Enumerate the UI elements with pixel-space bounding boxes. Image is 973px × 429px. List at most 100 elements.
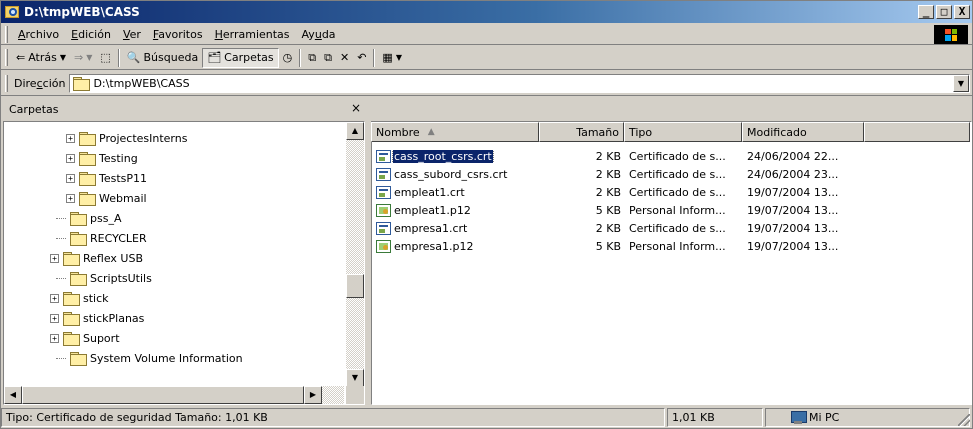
expand-icon[interactable]: + bbox=[66, 173, 75, 183]
undo-button[interactable]: ↶ bbox=[353, 48, 370, 68]
windows-logo-icon bbox=[934, 25, 968, 44]
tree-item-label: Suport bbox=[83, 331, 120, 345]
file-type: Personal Inform... bbox=[629, 203, 726, 217]
tree-item[interactable]: RECYCLER bbox=[56, 228, 147, 248]
tree-item[interactable]: + stick bbox=[50, 288, 109, 308]
forward-button[interactable]: ⇒ ▼ bbox=[70, 48, 96, 68]
tree-item[interactable]: pss_A bbox=[56, 208, 121, 228]
menu-archivo[interactable]: Archivo bbox=[12, 28, 65, 41]
personal-info-exchange-icon bbox=[376, 203, 391, 217]
column-header-empty[interactable] bbox=[864, 122, 970, 142]
folders-pane-close-icon[interactable]: × bbox=[351, 101, 361, 115]
scroll-right-button[interactable]: ▶ bbox=[304, 386, 322, 404]
file-row[interactable]: cass_root_csrs.crt 2 KB Certificado de s… bbox=[372, 147, 972, 165]
expand-icon[interactable]: + bbox=[50, 333, 59, 343]
back-dropdown-icon[interactable]: ▼ bbox=[60, 53, 66, 62]
file-name: empresa1.crt bbox=[394, 221, 468, 235]
folders-vertical-scrollbar[interactable]: ▲ ▼ bbox=[346, 122, 364, 387]
scroll-up-button[interactable]: ▲ bbox=[346, 122, 364, 140]
tree-connector bbox=[56, 357, 66, 359]
address-dropdown-button[interactable]: ▼ bbox=[953, 74, 969, 92]
tree-item-label: stickPlanas bbox=[83, 311, 145, 325]
file-row[interactable]: empresa1.p12 5 KB Personal Inform... 19/… bbox=[372, 237, 972, 255]
expand-icon[interactable]: + bbox=[66, 153, 75, 163]
file-size: 2 KB bbox=[595, 149, 621, 163]
scroll-thumb[interactable] bbox=[346, 274, 364, 298]
move-to-button[interactable]: ⧉ bbox=[304, 48, 320, 68]
expand-icon[interactable]: + bbox=[50, 253, 59, 263]
maximize-button[interactable]: □ bbox=[936, 5, 952, 19]
history-icon: ◷ bbox=[282, 51, 293, 64]
expand-icon[interactable]: + bbox=[66, 133, 75, 143]
tree-item-label: Reflex USB bbox=[83, 251, 144, 265]
views-button[interactable]: ▦ ▼ bbox=[378, 48, 406, 68]
resize-grip-icon[interactable] bbox=[958, 414, 970, 426]
close-button[interactable]: X bbox=[954, 5, 970, 19]
status-size: 1,01 KB bbox=[667, 408, 763, 427]
scroll-thumb-horizontal[interactable] bbox=[22, 386, 304, 404]
menu-ver[interactable]: Ver bbox=[117, 28, 147, 41]
toolbar-grip[interactable] bbox=[5, 49, 8, 66]
file-type: Certificado de s... bbox=[629, 185, 726, 199]
addressbar-grip[interactable] bbox=[5, 74, 8, 92]
tree-item-label: TestsP11 bbox=[99, 171, 148, 185]
tree-item[interactable]: + Reflex USB bbox=[50, 248, 143, 268]
back-arrow-icon: ⇐ bbox=[16, 51, 26, 64]
minimize-button[interactable]: _ bbox=[918, 5, 934, 19]
title-bar[interactable]: D:\tmpWEB\CASS _ □ X bbox=[1, 1, 972, 23]
search-button[interactable]: 🔍 Búsqueda bbox=[123, 48, 202, 68]
folders-horizontal-scrollbar[interactable]: ◀ ▶ bbox=[4, 386, 344, 404]
certificate-icon bbox=[376, 149, 391, 163]
menu-herramientas[interactable]: Herramientas bbox=[209, 28, 296, 41]
menu-favoritos[interactable]: Favoritos bbox=[147, 28, 209, 41]
file-row[interactable]: cass_subord_csrs.crt 2 KB Certificado de… bbox=[372, 165, 972, 183]
folder-icon bbox=[63, 251, 80, 266]
folder-icon bbox=[70, 211, 87, 226]
up-folder-button[interactable]: ⬚ bbox=[96, 48, 114, 68]
column-header-name[interactable]: Nombre ▲ bbox=[371, 122, 539, 142]
file-type: Personal Inform... bbox=[629, 239, 726, 253]
folder-tree: + ProjectesInterns + Testing + TestsP11 … bbox=[4, 122, 344, 387]
address-label: Dirección bbox=[14, 76, 66, 90]
folder-icon bbox=[70, 351, 87, 366]
column-header-size[interactable]: Tamaño bbox=[539, 122, 624, 142]
address-bar: Dirección D:\tmpWEB\CASS ▼ bbox=[1, 71, 972, 96]
tree-item[interactable]: + Webmail bbox=[66, 188, 147, 208]
column-header-type[interactable]: Tipo bbox=[624, 122, 742, 142]
column-header-modified[interactable]: Modificado bbox=[742, 122, 864, 142]
menu-ayuda[interactable]: Ayuda bbox=[296, 28, 342, 41]
tree-item[interactable]: System Volume Information bbox=[56, 348, 243, 368]
address-input[interactable]: D:\tmpWEB\CASS ▼ bbox=[69, 73, 970, 93]
menubar-grip[interactable] bbox=[5, 25, 8, 43]
folders-button[interactable]: 🗂 Carpetas bbox=[202, 47, 279, 68]
tree-item-label: System Volume Information bbox=[90, 351, 243, 365]
file-row[interactable]: empleat1.crt 2 KB Certificado de s... 19… bbox=[372, 183, 972, 201]
my-computer-icon bbox=[790, 411, 807, 424]
tree-item[interactable]: + Testing bbox=[66, 148, 138, 168]
file-name: empleat1.p12 bbox=[394, 203, 471, 217]
expand-icon[interactable]: + bbox=[66, 193, 75, 203]
folder-icon bbox=[79, 151, 96, 166]
tree-item[interactable]: + ProjectesInterns bbox=[66, 128, 187, 148]
views-dropdown-icon[interactable]: ▼ bbox=[396, 53, 402, 62]
tree-item[interactable]: + stickPlanas bbox=[50, 308, 144, 328]
delete-button[interactable]: ✕ bbox=[336, 48, 353, 68]
tree-item[interactable]: + TestsP11 bbox=[66, 168, 147, 188]
undo-icon: ↶ bbox=[357, 51, 367, 64]
copy-to-button[interactable]: ⧉ bbox=[320, 48, 336, 68]
scroll-down-button[interactable]: ▼ bbox=[346, 369, 364, 387]
certificate-icon bbox=[376, 167, 391, 181]
forward-dropdown-icon[interactable]: ▼ bbox=[86, 53, 92, 62]
menu-edicion[interactable]: Edición bbox=[65, 28, 117, 41]
standard-toolbar: ⇐ Atrás ▼ ⇒ ▼ ⬚ 🔍 Búsqueda 🗂 Carpetas ◷ … bbox=[1, 46, 972, 70]
expand-icon[interactable]: + bbox=[50, 313, 59, 323]
scroll-left-button[interactable]: ◀ bbox=[4, 386, 22, 404]
file-row[interactable]: empresa1.crt 2 KB Certificado de s... 19… bbox=[372, 219, 972, 237]
file-modified: 24/06/2004 23... bbox=[747, 167, 839, 181]
history-button[interactable]: ◷ bbox=[279, 48, 297, 68]
file-row[interactable]: empleat1.p12 5 KB Personal Inform... 19/… bbox=[372, 201, 972, 219]
tree-item[interactable]: + Suport bbox=[50, 328, 120, 348]
back-button[interactable]: ⇐ Atrás ▼ bbox=[12, 48, 70, 68]
tree-item[interactable]: ScriptsUtils bbox=[56, 268, 152, 288]
expand-icon[interactable]: + bbox=[50, 293, 59, 303]
